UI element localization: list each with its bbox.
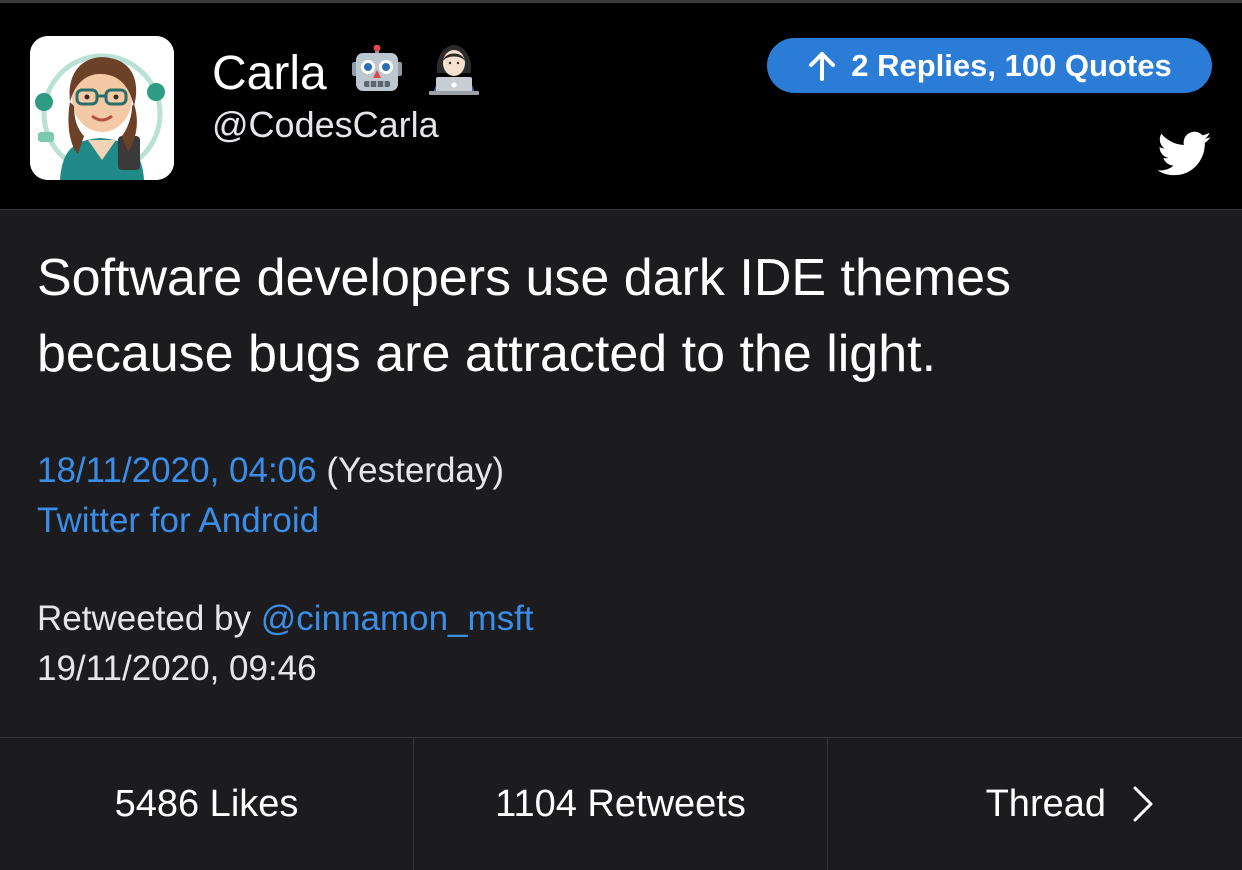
tweet-meta: 18/11/2020, 04:06 (Yesterday) Twitter fo… — [37, 446, 504, 546]
retweet-time: 19/11/2020, 09:46 — [37, 649, 317, 688]
retweets-button[interactable]: 1104 Retweets — [414, 738, 828, 870]
display-name[interactable]: Carla — [212, 47, 327, 100]
likes-button[interactable]: 5486 Likes — [0, 738, 414, 870]
display-name-row[interactable]: Carla — [212, 43, 481, 108]
tweet-header: Carla @CodesCarla 2 Replies, 100 Quotes — [0, 3, 1242, 210]
arrow-up-icon — [807, 51, 837, 81]
replies-quotes-label: 2 Replies, 100 Quotes — [851, 47, 1172, 83]
avatar[interactable] — [30, 36, 174, 180]
chevron-right-icon — [1132, 785, 1154, 823]
technologist-emoji-icon — [427, 43, 481, 108]
avatar-illustration — [30, 36, 174, 180]
retweeted-by-label: Retweeted by — [37, 599, 252, 638]
tweet-text: Software developers use dark IDE themes … — [37, 240, 1207, 392]
retweet-info: Retweeted by @cinnamon_msft 19/11/2020, … — [37, 594, 534, 694]
thread-button[interactable]: Thread — [828, 738, 1242, 870]
retweeter-handle-link[interactable]: @cinnamon_msft — [261, 599, 534, 638]
retweets-label: 1104 Retweets — [495, 782, 746, 825]
handle[interactable]: @CodesCarla — [212, 103, 439, 147]
tweet-action-bar: 5486 Likes 1104 Retweets Thread — [0, 737, 1242, 870]
timestamp-link[interactable]: 18/11/2020, 04:06 — [37, 451, 317, 490]
thread-label: Thread — [985, 782, 1106, 825]
source-link[interactable]: Twitter for Android — [37, 501, 319, 540]
replies-quotes-button[interactable]: 2 Replies, 100 Quotes — [767, 38, 1212, 93]
tweet-text-line: because bugs are attracted to the light. — [37, 325, 937, 383]
relative-time: (Yesterday) — [326, 451, 505, 490]
likes-label: 5486 Likes — [114, 782, 299, 825]
twitter-bird-icon[interactable] — [1157, 131, 1212, 177]
robot-emoji-icon — [350, 44, 404, 108]
tweet-text-line: Software developers use dark IDE themes — [37, 249, 1012, 307]
